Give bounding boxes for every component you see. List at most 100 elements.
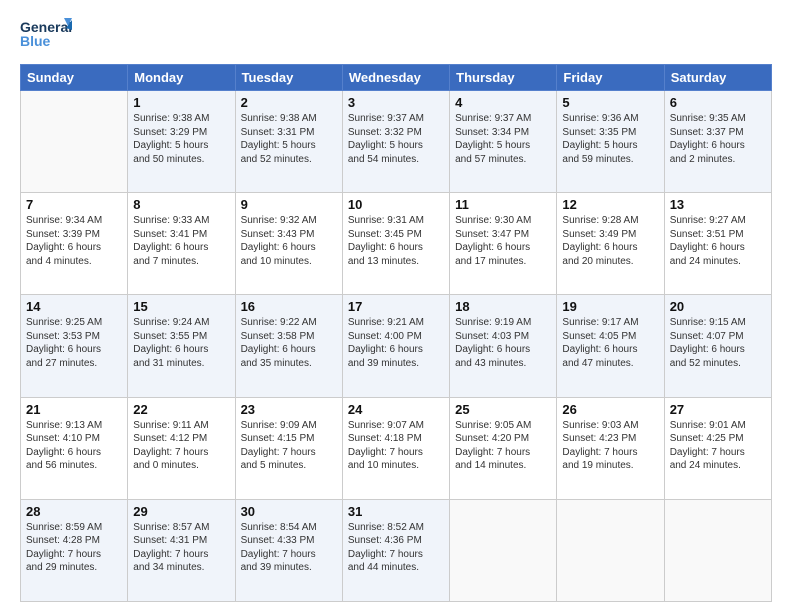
calendar-cell: 20 Sunrise: 9:15 AM Sunset: 4:07 PM Dayli…	[664, 295, 771, 397]
calendar-cell: 26 Sunrise: 9:03 AM Sunset: 4:23 PM Dayli…	[557, 397, 664, 499]
day-info: Sunrise: 9:01 AM Sunset: 4:25 PM Dayligh…	[670, 419, 766, 473]
calendar-cell: 16 Sunrise: 9:22 AM Sunset: 3:58 PM Dayli…	[235, 295, 342, 397]
day-number: 24	[348, 402, 444, 417]
col-header-tuesday: Tuesday	[235, 65, 342, 91]
calendar-cell: 4 Sunrise: 9:37 AM Sunset: 3:34 PM Daylig…	[450, 91, 557, 193]
day-info: Sunrise: 9:13 AM Sunset: 4:10 PM Dayligh…	[26, 419, 122, 473]
logo: General Blue	[20, 16, 72, 56]
calendar-cell: 14 Sunrise: 9:25 AM Sunset: 3:53 PM Dayli…	[21, 295, 128, 397]
day-info: Sunrise: 9:30 AM Sunset: 3:47 PM Dayligh…	[455, 214, 551, 268]
calendar-cell: 18 Sunrise: 9:19 AM Sunset: 4:03 PM Dayli…	[450, 295, 557, 397]
day-number: 2	[241, 95, 337, 110]
day-info: Sunrise: 9:03 AM Sunset: 4:23 PM Dayligh…	[562, 419, 658, 473]
day-info: Sunrise: 9:11 AM Sunset: 4:12 PM Dayligh…	[133, 419, 229, 473]
day-number: 18	[455, 299, 551, 314]
calendar-table: SundayMondayTuesdayWednesdayThursdayFrid…	[20, 64, 772, 602]
col-header-thursday: Thursday	[450, 65, 557, 91]
day-info: Sunrise: 9:38 AM Sunset: 3:31 PM Dayligh…	[241, 112, 337, 166]
day-info: Sunrise: 9:36 AM Sunset: 3:35 PM Dayligh…	[562, 112, 658, 166]
calendar-cell	[21, 91, 128, 193]
day-info: Sunrise: 8:59 AM Sunset: 4:28 PM Dayligh…	[26, 521, 122, 575]
calendar-header-row: SundayMondayTuesdayWednesdayThursdayFrid…	[21, 65, 772, 91]
day-number: 1	[133, 95, 229, 110]
day-info: Sunrise: 9:07 AM Sunset: 4:18 PM Dayligh…	[348, 419, 444, 473]
calendar-cell: 30Sunrise: 8:54 AM Sunset: 4:33 PM Dayli…	[235, 499, 342, 601]
day-number: 3	[348, 95, 444, 110]
day-number: 4	[455, 95, 551, 110]
day-info: Sunrise: 8:54 AM Sunset: 4:33 PM Dayligh…	[241, 521, 337, 575]
col-header-friday: Friday	[557, 65, 664, 91]
day-number: 23	[241, 402, 337, 417]
calendar-week-row: 14 Sunrise: 9:25 AM Sunset: 3:53 PM Dayli…	[21, 295, 772, 397]
calendar-cell: 25Sunrise: 9:05 AM Sunset: 4:20 PM Dayli…	[450, 397, 557, 499]
day-info: Sunrise: 9:28 AM Sunset: 3:49 PM Dayligh…	[562, 214, 658, 268]
day-number: 28	[26, 504, 122, 519]
logo-svg: General Blue	[20, 16, 72, 56]
day-number: 11	[455, 197, 551, 212]
day-info: Sunrise: 9:33 AM Sunset: 3:41 PM Dayligh…	[133, 214, 229, 268]
day-number: 15	[133, 299, 229, 314]
calendar-week-row: 1 Sunrise: 9:38 AM Sunset: 3:29 PM Daylig…	[21, 91, 772, 193]
day-number: 26	[562, 402, 658, 417]
day-info: Sunrise: 9:31 AM Sunset: 3:45 PM Dayligh…	[348, 214, 444, 268]
svg-text:Blue: Blue	[20, 33, 51, 49]
calendar-cell	[664, 499, 771, 601]
day-info: Sunrise: 9:27 AM Sunset: 3:51 PM Dayligh…	[670, 214, 766, 268]
calendar-cell: 9Sunrise: 9:32 AM Sunset: 3:43 PM Daylig…	[235, 193, 342, 295]
day-number: 6	[670, 95, 766, 110]
calendar-cell: 23Sunrise: 9:09 AM Sunset: 4:15 PM Dayli…	[235, 397, 342, 499]
calendar-cell: 7 Sunrise: 9:34 AM Sunset: 3:39 PM Daylig…	[21, 193, 128, 295]
day-number: 19	[562, 299, 658, 314]
day-info: Sunrise: 9:17 AM Sunset: 4:05 PM Dayligh…	[562, 316, 658, 370]
calendar-week-row: 7 Sunrise: 9:34 AM Sunset: 3:39 PM Daylig…	[21, 193, 772, 295]
day-info: Sunrise: 9:25 AM Sunset: 3:53 PM Dayligh…	[26, 316, 122, 370]
day-number: 22	[133, 402, 229, 417]
day-number: 17	[348, 299, 444, 314]
day-info: Sunrise: 9:21 AM Sunset: 4:00 PM Dayligh…	[348, 316, 444, 370]
day-info: Sunrise: 9:35 AM Sunset: 3:37 PM Dayligh…	[670, 112, 766, 166]
header: General Blue	[20, 16, 772, 56]
day-info: Sunrise: 9:05 AM Sunset: 4:20 PM Dayligh…	[455, 419, 551, 473]
calendar-cell: 21 Sunrise: 9:13 AM Sunset: 4:10 PM Dayli…	[21, 397, 128, 499]
col-header-saturday: Saturday	[664, 65, 771, 91]
day-number: 29	[133, 504, 229, 519]
day-number: 16	[241, 299, 337, 314]
day-number: 20	[670, 299, 766, 314]
day-info: Sunrise: 8:52 AM Sunset: 4:36 PM Dayligh…	[348, 521, 444, 575]
calendar-cell	[557, 499, 664, 601]
col-header-wednesday: Wednesday	[342, 65, 449, 91]
day-info: Sunrise: 9:22 AM Sunset: 3:58 PM Dayligh…	[241, 316, 337, 370]
col-header-monday: Monday	[128, 65, 235, 91]
day-number: 9	[241, 197, 337, 212]
calendar-cell: 10 Sunrise: 9:31 AM Sunset: 3:45 PM Dayli…	[342, 193, 449, 295]
calendar-cell: 17 Sunrise: 9:21 AM Sunset: 4:00 PM Dayli…	[342, 295, 449, 397]
day-info: Sunrise: 9:37 AM Sunset: 3:34 PM Dayligh…	[455, 112, 551, 166]
day-info: Sunrise: 9:34 AM Sunset: 3:39 PM Dayligh…	[26, 214, 122, 268]
day-info: Sunrise: 9:37 AM Sunset: 3:32 PM Dayligh…	[348, 112, 444, 166]
calendar-cell: 1 Sunrise: 9:38 AM Sunset: 3:29 PM Daylig…	[128, 91, 235, 193]
calendar-cell: 11 Sunrise: 9:30 AM Sunset: 3:47 PM Dayli…	[450, 193, 557, 295]
calendar-cell: 29 Sunrise: 8:57 AM Sunset: 4:31 PM Dayli…	[128, 499, 235, 601]
calendar-cell: 3 Sunrise: 9:37 AM Sunset: 3:32 PM Daylig…	[342, 91, 449, 193]
day-number: 27	[670, 402, 766, 417]
calendar-cell: 2 Sunrise: 9:38 AM Sunset: 3:31 PM Daylig…	[235, 91, 342, 193]
calendar-week-row: 28 Sunrise: 8:59 AM Sunset: 4:28 PM Dayli…	[21, 499, 772, 601]
day-number: 8	[133, 197, 229, 212]
calendar-cell: 15Sunrise: 9:24 AM Sunset: 3:55 PM Dayli…	[128, 295, 235, 397]
day-number: 14	[26, 299, 122, 314]
day-number: 21	[26, 402, 122, 417]
calendar-cell: 13Sunrise: 9:27 AM Sunset: 3:51 PM Dayli…	[664, 193, 771, 295]
day-info: Sunrise: 8:57 AM Sunset: 4:31 PM Dayligh…	[133, 521, 229, 575]
day-number: 10	[348, 197, 444, 212]
day-info: Sunrise: 9:15 AM Sunset: 4:07 PM Dayligh…	[670, 316, 766, 370]
calendar-cell: 31Sunrise: 8:52 AM Sunset: 4:36 PM Dayli…	[342, 499, 449, 601]
col-header-sunday: Sunday	[21, 65, 128, 91]
day-info: Sunrise: 9:38 AM Sunset: 3:29 PM Dayligh…	[133, 112, 229, 166]
calendar-cell	[450, 499, 557, 601]
day-number: 7	[26, 197, 122, 212]
calendar-week-row: 21 Sunrise: 9:13 AM Sunset: 4:10 PM Dayli…	[21, 397, 772, 499]
day-number: 5	[562, 95, 658, 110]
calendar-cell: 22 Sunrise: 9:11 AM Sunset: 4:12 PM Dayli…	[128, 397, 235, 499]
calendar-cell: 12Sunrise: 9:28 AM Sunset: 3:49 PM Dayli…	[557, 193, 664, 295]
day-info: Sunrise: 9:19 AM Sunset: 4:03 PM Dayligh…	[455, 316, 551, 370]
